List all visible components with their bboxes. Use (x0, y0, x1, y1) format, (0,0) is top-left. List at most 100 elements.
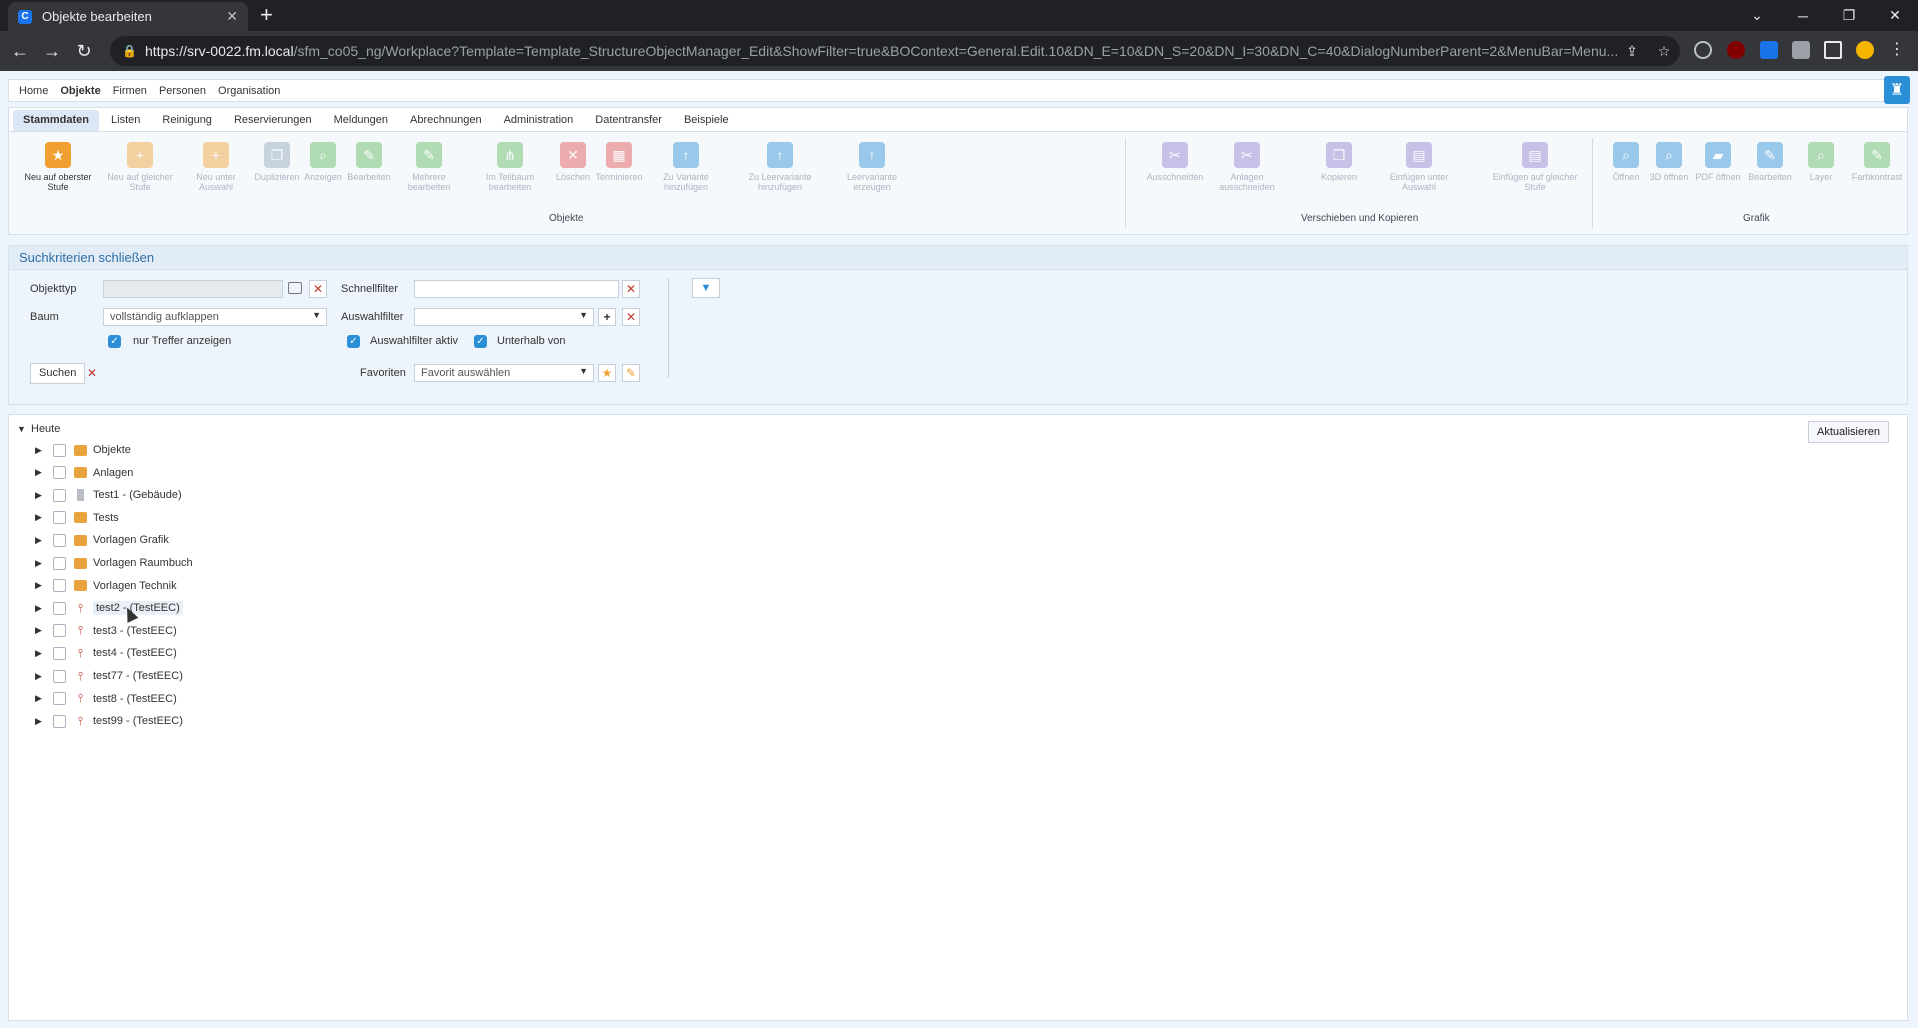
tree-item[interactable]: ▶ Vorlagen Raumbuch (35, 554, 193, 572)
ublock-icon[interactable] (1727, 41, 1745, 59)
tree-item[interactable]: ▶ Vorlagen Technik (35, 577, 177, 595)
tree-item-checkbox[interactable] (53, 511, 66, 525)
chevron-down-icon[interactable]: ⌄ (1734, 0, 1780, 31)
tree-root[interactable]: ▼ Heute (17, 423, 60, 435)
tree-item-checkbox[interactable] (53, 556, 66, 570)
tree-item[interactable]: ▶ ⫯ test2 - (TestEEC) (35, 599, 183, 617)
favorite-edit-icon[interactable]: ✎ (622, 364, 640, 382)
back-icon[interactable]: ← (8, 39, 32, 63)
suchen-button[interactable]: Suchen (30, 363, 86, 384)
leervariante-erzeugen-button[interactable]: ↑ Leervariante erzeugen (837, 142, 907, 192)
tree-item[interactable]: ▶ Objekte (35, 441, 131, 459)
tree-item-checkbox[interactable] (53, 488, 66, 502)
expand-icon[interactable]: ▶ (35, 580, 49, 591)
3d-oeffnen-button[interactable]: ⌕ 3D öffnen (1646, 142, 1692, 182)
tree-item[interactable]: ▶ ⫯ test3 - (TestEEC) (35, 622, 177, 640)
tree-item[interactable]: ▶ Tests (35, 509, 119, 527)
nav-objekte[interactable]: Objekte (60, 85, 100, 97)
expand-icon[interactable]: ▶ (35, 671, 49, 682)
tab-listen[interactable]: Listen (101, 110, 150, 131)
collapse-icon[interactable]: ▼ (17, 424, 31, 434)
nur-treffer-checkbox[interactable]: ✓ (108, 335, 121, 348)
tree-item-checkbox[interactable] (53, 692, 66, 706)
tree-item-checkbox[interactable] (53, 601, 66, 615)
tree-item[interactable]: ▶ Test1 - (Gebäude) (35, 486, 182, 504)
nav-firmen[interactable]: Firmen (113, 85, 147, 97)
auswahlfilter-aktiv-checkbox[interactable]: ✓ (347, 335, 360, 348)
pdf-oeffnen-button[interactable]: ▰ PDF öffnen (1695, 142, 1741, 182)
tree-item[interactable]: ▶ ⫯ test99 - (TestEEC) (35, 712, 183, 730)
tab-stammdaten[interactable]: Stammdaten (13, 110, 100, 131)
star-icon[interactable]: ☆ (1652, 39, 1676, 63)
expand-icon[interactable]: ▶ (35, 490, 49, 501)
kopieren-button[interactable]: ❐ Kopieren (1304, 142, 1374, 182)
nav-personen[interactable]: Personen (159, 85, 206, 97)
expand-icon[interactable]: ▶ (35, 648, 49, 659)
einfuegen-unter-auswahl-button[interactable]: ▤ Einfügen unter Auswahl (1384, 142, 1454, 192)
clear-auswahlfilter-icon[interactable]: ✕ (622, 308, 640, 326)
tree-item-checkbox[interactable] (53, 443, 66, 457)
expand-icon[interactable]: ▶ (35, 558, 49, 569)
schnellfilter-input[interactable] (414, 280, 619, 298)
tree-item-checkbox[interactable] (53, 579, 66, 593)
teilbaum-bearbeiten-button[interactable]: ⋔ Im Teilbaum bearbeiten (475, 142, 545, 192)
grafik-bearbeiten-button[interactable]: ✎ Bearbeiten (1747, 142, 1793, 182)
reset-search-icon[interactable]: ✕ (83, 364, 101, 382)
mehrere-bearbeiten-button[interactable]: ✎ Mehrere bearbeiten (394, 142, 464, 192)
tab-administration[interactable]: Administration (494, 110, 584, 131)
expand-icon[interactable]: ▶ (35, 603, 49, 614)
new-tab-icon[interactable]: + (260, 3, 273, 27)
zu-leervariante-button[interactable]: ↑ Zu Leervariante hinzufügen (745, 142, 815, 192)
tree-item-checkbox[interactable] (53, 646, 66, 660)
terminieren-button[interactable]: ▦ Terminieren (584, 142, 654, 182)
zu-variante-button[interactable]: ↑ Zu Variante hinzufügen (651, 142, 721, 192)
browse-icon[interactable] (288, 282, 302, 294)
expand-icon[interactable]: ▶ (35, 445, 49, 456)
nav-organisation[interactable]: Organisation (218, 85, 280, 97)
layer-button[interactable]: ⌕ Layer (1798, 142, 1844, 182)
neu-unter-auswahl-button[interactable]: + Neu unter Auswahl (181, 142, 251, 192)
favorite-star-icon[interactable]: ★ (598, 364, 616, 382)
tree-item-checkbox[interactable] (53, 466, 66, 480)
tree-item[interactable]: ▶ ⫯ test77 - (TestEEC) (35, 667, 183, 685)
tree-item[interactable]: ▶ ⫯ test8 - (TestEEC) (35, 690, 177, 708)
tab-meldungen[interactable]: Meldungen (324, 110, 398, 131)
tree-item[interactable]: ▶ Vorlagen Grafik (35, 531, 169, 549)
forward-icon[interactable]: → (40, 39, 64, 63)
farbkontrast-button[interactable]: ✎ Farbkontrast (1849, 142, 1905, 182)
tree-item-checkbox[interactable] (53, 624, 66, 638)
expand-icon[interactable]: ▶ (35, 467, 49, 478)
tab-reinigung[interactable]: Reinigung (152, 110, 222, 131)
tree-item[interactable]: ▶ ⫯ test4 - (TestEEC) (35, 644, 177, 662)
expand-icon[interactable]: ▶ (35, 625, 49, 636)
tree-item-checkbox[interactable] (53, 669, 66, 683)
auswahlfilter-select[interactable]: ▼ (414, 308, 594, 326)
neu-oberste-stufe-button[interactable]: ★ Neu auf oberster Stufe (23, 142, 93, 192)
tab-reservierungen[interactable]: Reservierungen (224, 110, 322, 131)
tree-item-checkbox[interactable] (53, 533, 66, 547)
ausschneiden-button[interactable]: ✂ Ausschneiden (1140, 142, 1210, 182)
einfuegen-gleiche-stufe-button[interactable]: ▤ Einfügen auf gleicher Stufe (1490, 142, 1580, 192)
aktualisieren-button[interactable]: Aktualisieren (1808, 421, 1889, 443)
tree-item[interactable]: ▶ Anlagen (35, 464, 133, 482)
expand-icon[interactable]: ▶ (35, 693, 49, 704)
clear-objekttyp-icon[interactable]: ✕ (309, 280, 327, 298)
tree-item-checkbox[interactable] (53, 714, 66, 728)
unterhalb-von-checkbox[interactable]: ✓ (474, 335, 487, 348)
expand-icon[interactable]: ▶ (35, 535, 49, 546)
puzzle-icon[interactable] (1792, 41, 1810, 59)
tab-datentransfer[interactable]: Datentransfer (585, 110, 672, 131)
window-close-icon[interactable]: ✕ (1872, 0, 1918, 31)
reload-icon[interactable]: ↻ (72, 39, 96, 63)
expand-icon[interactable]: ▶ (35, 716, 49, 727)
extension-blue-icon[interactable] (1760, 41, 1778, 59)
browser-tab[interactable]: C Objekte bearbeiten ✕ (8, 2, 248, 31)
minimize-icon[interactable]: ─ (1780, 0, 1826, 31)
address-bar[interactable]: 🔒 https://srv-0022.fm.local /sfm_co05_ng… (110, 36, 1680, 66)
search-criteria-toggle[interactable]: Suchkriterien schließen (9, 246, 1907, 270)
close-icon[interactable]: ✕ (226, 8, 238, 25)
baum-select[interactable]: vollständig aufklappen ▼ (103, 308, 327, 326)
tab-abrechnungen[interactable]: Abrechnungen (400, 110, 492, 131)
favoriten-select[interactable]: Favorit auswählen ▼ (414, 364, 594, 382)
oeffnen-button[interactable]: ⌕ Öffnen (1603, 142, 1649, 182)
